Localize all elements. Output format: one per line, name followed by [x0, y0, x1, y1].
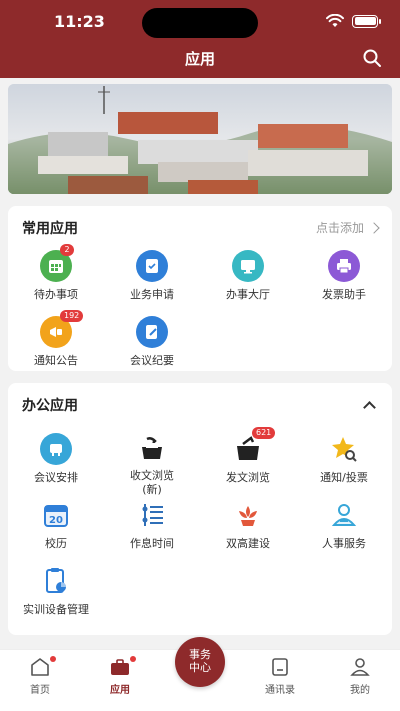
address-book-icon — [272, 658, 288, 676]
affairs-center-button[interactable]: 事务 中心 — [175, 637, 225, 687]
app-label: 通知/投票 — [320, 471, 368, 484]
office-apps-grid: 会议安排 收文浏览 (新) 621 发文浏览 通知/投票 20 校历 作息时间 … — [8, 427, 392, 617]
app-label: 发票助手 — [322, 288, 366, 301]
add-app-button[interactable]: 点击添加 — [315, 219, 380, 236]
star-search-icon — [328, 433, 360, 465]
tab-mine[interactable]: 我的 — [330, 656, 390, 696]
tab-contacts-label: 通讯录 — [265, 685, 295, 696]
app-invoice-helper[interactable]: 发票助手 — [296, 250, 392, 306]
meeting-icon — [40, 433, 72, 465]
person-service-icon — [328, 499, 360, 531]
briefcase-icon — [111, 659, 129, 675]
app-business-application[interactable]: 业务申请 — [104, 250, 200, 306]
app-label: 实训设备管理 — [23, 603, 89, 616]
app-label: 校历 — [45, 537, 67, 550]
note-edit-icon — [136, 316, 168, 348]
flower-icon — [232, 499, 264, 531]
tab-contacts[interactable]: 通讯录 — [250, 656, 310, 696]
app-label: 办事大厅 — [226, 288, 270, 301]
home-icon — [31, 658, 49, 676]
app-received-docs[interactable]: 收文浏览 (新) — [104, 433, 200, 496]
chevron-right-icon — [368, 221, 380, 234]
inbox-icon — [136, 433, 168, 463]
tab-apps[interactable]: 应用 — [90, 656, 150, 696]
app-todo[interactable]: 2 待办事项 — [8, 244, 104, 306]
app-sent-docs[interactable]: 621 发文浏览 — [200, 427, 296, 485]
app-label: 收文浏览 (新) — [130, 469, 174, 496]
tab-home[interactable]: 首页 — [10, 656, 70, 696]
campus-illustration — [8, 84, 392, 194]
page-title: 应用 — [184, 50, 215, 68]
dynamic-island — [142, 8, 258, 38]
app-school-calendar[interactable]: 20 校历 — [8, 499, 104, 551]
notification-dot — [130, 656, 136, 662]
app-label: 会议安排 — [34, 471, 78, 484]
app-label: 发文浏览 — [226, 471, 270, 484]
tab-apps-label: 应用 — [110, 685, 130, 696]
app-label: 作息时间 — [130, 537, 174, 550]
office-apps-title: 办公应用 — [22, 398, 78, 414]
app-service-hall[interactable]: 办事大厅 — [200, 250, 296, 306]
megaphone-icon: 192 — [40, 310, 84, 348]
app-double-high[interactable]: 双高建设 — [200, 499, 296, 551]
status-icons — [326, 14, 381, 28]
status-time: 11:23 — [54, 12, 105, 31]
badge-count: 621 — [252, 427, 276, 439]
common-apps-grid: 2 待办事项 业务申请 办事大厅 发票助手 192 通知公告 会议纪要 — [8, 244, 392, 372]
app-notice-vote[interactable]: 通知/投票 — [296, 433, 392, 485]
app-schedule-time[interactable]: 作息时间 — [104, 499, 200, 551]
common-apps-title: 常用应用 — [22, 221, 78, 237]
notification-dot — [50, 656, 56, 662]
user-icon — [350, 658, 370, 676]
center-line-2: 中心 — [189, 661, 211, 674]
campus-banner-image[interactable] — [8, 84, 392, 194]
outbox-icon: 621 — [232, 427, 276, 465]
app-label: 业务申请 — [130, 288, 174, 301]
app-notice[interactable]: 192 通知公告 — [8, 310, 104, 372]
app-label: 人事服务 — [322, 537, 366, 550]
app-label: 会议纪要 — [130, 354, 174, 367]
badge-count: 2 — [60, 244, 74, 256]
calendar-icon: 2 — [40, 244, 74, 282]
app-header: 11:23 应用 — [0, 0, 400, 78]
office-apps-card: 办公应用 会议安排 收文浏览 (新) 621 发文浏览 通知/投票 20 校历 … — [8, 383, 392, 635]
svg-text:20: 20 — [49, 515, 63, 526]
document-check-icon — [136, 250, 168, 282]
app-meeting-arrangement[interactable]: 会议安排 — [8, 433, 104, 485]
app-label: 双高建设 — [226, 537, 270, 550]
calendar-20-icon: 20 — [40, 499, 72, 531]
app-label: 通知公告 — [34, 354, 78, 367]
battery-icon — [352, 14, 381, 28]
app-label: 待办事项 — [34, 288, 78, 301]
center-line-1: 事务 — [189, 648, 211, 661]
chevron-up-icon[interactable] — [363, 401, 376, 414]
monitor-icon — [232, 250, 264, 282]
wifi-icon — [326, 14, 344, 27]
add-app-label: 点击添加 — [315, 221, 364, 235]
common-apps-card: 常用应用 点击添加 2 待办事项 业务申请 办事大厅 发票助手 192 通知公告… — [8, 206, 392, 371]
search-icon[interactable] — [362, 48, 382, 68]
tab-home-label: 首页 — [30, 685, 50, 696]
app-training-equipment[interactable]: 实训设备管理 — [8, 565, 104, 617]
tab-mine-label: 我的 — [350, 685, 370, 696]
printer-icon — [328, 250, 360, 282]
app-hr-service[interactable]: 人事服务 — [296, 499, 392, 551]
schedule-list-icon — [136, 499, 168, 531]
clipboard-chart-icon — [40, 565, 72, 597]
app-meeting-minutes[interactable]: 会议纪要 — [104, 316, 200, 372]
badge-count: 192 — [60, 310, 84, 322]
